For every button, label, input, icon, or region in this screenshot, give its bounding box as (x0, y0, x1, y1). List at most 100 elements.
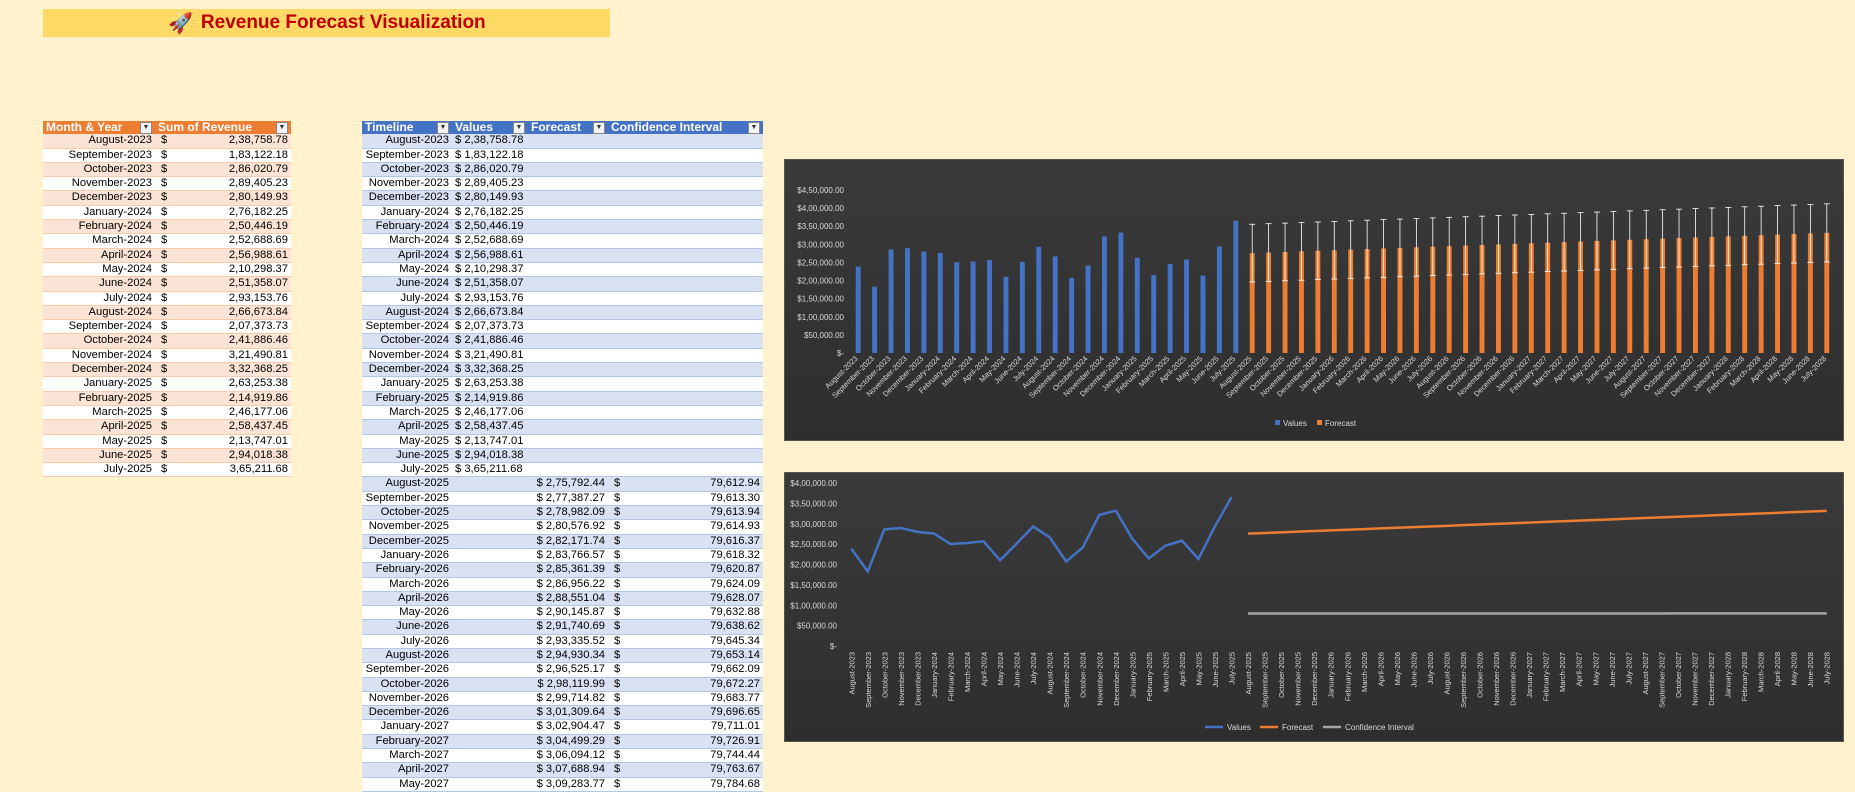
revenue-cell[interactable]: 2,80,149.93 (176, 191, 291, 205)
timeline-cell[interactable]: August-2026 (362, 648, 452, 662)
table-row[interactable]: August-2025$ 2,75,792.44$79,612.94 (362, 477, 763, 491)
currency-cell[interactable] (608, 305, 627, 319)
confidence-cell[interactable]: 79,624.09 (627, 577, 763, 591)
timeline-cell[interactable]: December-2026 (362, 706, 452, 720)
confidence-cell[interactable] (627, 363, 763, 377)
table-row[interactable]: December-2025$ 2,82,171.74$79,616.37 (362, 534, 763, 548)
forecast-cell[interactable] (528, 363, 608, 377)
timeline-cell[interactable]: January-2024 (362, 205, 452, 219)
revenue-cell[interactable]: 2,51,358.07 (176, 277, 291, 291)
revenue-cell[interactable]: 3,65,211.68 (176, 463, 291, 477)
confidence-cell[interactable]: 79,744.44 (627, 749, 763, 763)
values-cell[interactable]: $ 2,07,373.73 (452, 320, 528, 334)
currency-cell[interactable]: $ (608, 534, 627, 548)
month-cell[interactable]: April-2025 (43, 420, 155, 434)
forecast-cell[interactable] (528, 148, 608, 162)
filter-dropdown-icon[interactable]: ▼ (437, 122, 449, 134)
timeline-cell[interactable]: March-2027 (362, 749, 452, 763)
table-row[interactable]: June-2024$2,51,358.07 (43, 277, 291, 291)
values-cell[interactable] (452, 734, 528, 748)
currency-cell[interactable]: $ (155, 420, 176, 434)
confidence-cell[interactable]: 79,612.94 (627, 477, 763, 491)
forecast-cell[interactable]: $ 2,83,766.57 (528, 548, 608, 562)
confidence-cell[interactable]: 79,711.01 (627, 720, 763, 734)
values-cell[interactable]: $ 2,38,758.78 (452, 134, 528, 148)
currency-cell[interactable]: $ (155, 434, 176, 448)
currency-cell[interactable] (608, 377, 627, 391)
values-cell[interactable]: $ 2,86,020.79 (452, 162, 528, 176)
revenue-cell[interactable]: 2,66,673.84 (176, 305, 291, 319)
filter-dropdown-icon[interactable]: ▼ (513, 122, 525, 134)
table-row[interactable]: August-2024$ 2,66,673.84 (362, 305, 763, 319)
revenue-cell[interactable]: 2,07,373.73 (176, 320, 291, 334)
timeline-cell[interactable]: May-2027 (362, 777, 452, 791)
month-cell[interactable]: July-2025 (43, 463, 155, 477)
currency-cell[interactable] (608, 463, 627, 477)
table-row[interactable]: August-2024$2,66,673.84 (43, 305, 291, 319)
confidence-cell[interactable] (627, 448, 763, 462)
table-row[interactable]: July-2024$2,93,153.76 (43, 291, 291, 305)
confidence-cell[interactable]: 79,632.88 (627, 606, 763, 620)
currency-cell[interactable] (608, 134, 627, 148)
currency-cell[interactable]: $ (608, 506, 627, 520)
month-cell[interactable]: September-2024 (43, 320, 155, 334)
values-cell[interactable] (452, 663, 528, 677)
table-row[interactable]: December-2024$3,32,368.25 (43, 363, 291, 377)
forecast-cell[interactable] (528, 405, 608, 419)
currency-cell[interactable]: $ (155, 320, 176, 334)
month-cell[interactable]: November-2024 (43, 348, 155, 362)
confidence-cell[interactable] (627, 377, 763, 391)
table-row[interactable]: October-2026$ 2,98,119.99$79,672.27 (362, 677, 763, 691)
month-cell[interactable]: January-2024 (43, 205, 155, 219)
confidence-cell[interactable] (627, 191, 763, 205)
values-header[interactable]: Values▼ (452, 121, 528, 134)
table-row[interactable]: November-2026$ 2,99,714.82$79,683.77 (362, 691, 763, 705)
confidence-cell[interactable] (627, 305, 763, 319)
confidence-cell[interactable]: 79,613.30 (627, 491, 763, 505)
forecast-cell[interactable]: $ 2,78,982.09 (528, 506, 608, 520)
forecast-cell[interactable] (528, 305, 608, 319)
forecast-cell[interactable] (528, 334, 608, 348)
forecast-cell[interactable]: $ 2,88,551.04 (528, 591, 608, 605)
currency-cell[interactable]: $ (608, 648, 627, 662)
revenue-cell[interactable]: 3,32,368.25 (176, 363, 291, 377)
timeline-cell[interactable]: April-2025 (362, 420, 452, 434)
revenue-pivot-table[interactable]: Month & Year▼ Sum of Revenue▼ August-202… (43, 121, 291, 477)
currency-cell[interactable]: $ (608, 620, 627, 634)
table-row[interactable]: April-2024$ 2,56,988.61 (362, 248, 763, 262)
month-cell[interactable]: July-2024 (43, 291, 155, 305)
table-row[interactable]: June-2025$ 2,94,018.38 (362, 448, 763, 462)
table-row[interactable]: September-2023$1,83,122.18 (43, 148, 291, 162)
values-cell[interactable]: $ 2,41,886.46 (452, 334, 528, 348)
values-cell[interactable] (452, 563, 528, 577)
currency-cell[interactable] (608, 434, 627, 448)
confidence-cell[interactable] (627, 320, 763, 334)
currency-cell[interactable]: $ (155, 348, 176, 362)
currency-cell[interactable]: $ (155, 234, 176, 248)
revenue-cell[interactable]: 2,52,688.69 (176, 234, 291, 248)
forecast-cell[interactable] (528, 377, 608, 391)
confidence-cell[interactable]: 79,653.14 (627, 648, 763, 662)
currency-cell[interactable]: $ (608, 491, 627, 505)
table-row[interactable]: January-2025$ 2,63,253.38 (362, 377, 763, 391)
forecast-cell[interactable]: $ 2,86,956.22 (528, 577, 608, 591)
timeline-cell[interactable]: November-2025 (362, 520, 452, 534)
currency-cell[interactable] (608, 262, 627, 276)
values-cell[interactable] (452, 749, 528, 763)
currency-cell[interactable]: $ (608, 577, 627, 591)
forecast-cell[interactable] (528, 463, 608, 477)
forecast-cell[interactable]: $ 2,96,525.17 (528, 663, 608, 677)
timeline-cell[interactable]: August-2023 (362, 134, 452, 148)
values-cell[interactable] (452, 477, 528, 491)
forecast-cell[interactable] (528, 220, 608, 234)
timeline-cell[interactable]: October-2025 (362, 506, 452, 520)
currency-cell[interactable] (608, 320, 627, 334)
month-cell[interactable]: January-2025 (43, 377, 155, 391)
forecast-cell[interactable] (528, 448, 608, 462)
confidence-cell[interactable] (627, 291, 763, 305)
values-cell[interactable]: $ 2,51,358.07 (452, 277, 528, 291)
confidence-cell[interactable] (627, 420, 763, 434)
filter-dropdown-icon[interactable]: ▼ (276, 122, 288, 134)
table-row[interactable]: January-2026$ 2,83,766.57$79,618.32 (362, 548, 763, 562)
table-row[interactable]: August-2026$ 2,94,930.34$79,653.14 (362, 648, 763, 662)
